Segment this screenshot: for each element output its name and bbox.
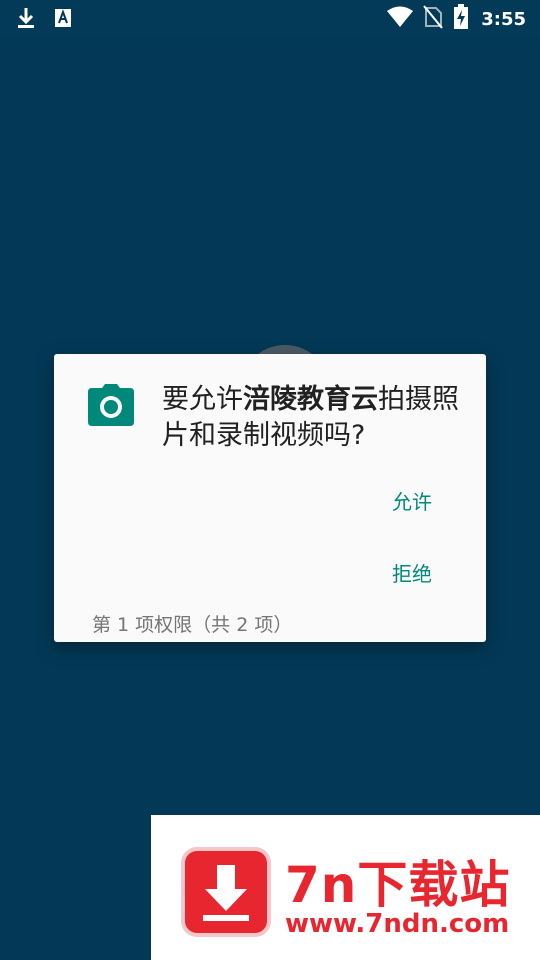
- message-prefix: 要允许: [162, 384, 243, 415]
- watermark: 7n下载站 www.7ndn.com: [151, 815, 540, 960]
- battery-charging-icon: [453, 4, 469, 34]
- wifi-icon: [387, 6, 414, 32]
- watermark-url: www.7ndn.com: [285, 909, 510, 939]
- no-sim-icon: [423, 5, 443, 33]
- camera-icon: [88, 384, 134, 426]
- deny-button[interactable]: 拒绝: [392, 558, 432, 587]
- permission-counter: 第 1 项权限（共 2 项）: [92, 614, 293, 636]
- app-name: 涪陵教育云: [243, 384, 378, 415]
- font-a-icon: [54, 8, 72, 32]
- permission-dialog: 要允许涪陵教育云拍摄照片和录制视频吗? 允许 拒绝 第 1 项权限（共 2 项）: [54, 354, 486, 642]
- download-icon: [16, 6, 36, 34]
- download-arrow-icon: [185, 851, 267, 933]
- status-time: 3:55: [481, 8, 526, 30]
- permission-message: 要允许涪陵教育云拍摄照片和录制视频吗?: [162, 382, 472, 454]
- status-bar: 3:55: [0, 0, 540, 36]
- watermark-title: 7n下载站: [285, 856, 511, 914]
- allow-button[interactable]: 允许: [392, 486, 432, 515]
